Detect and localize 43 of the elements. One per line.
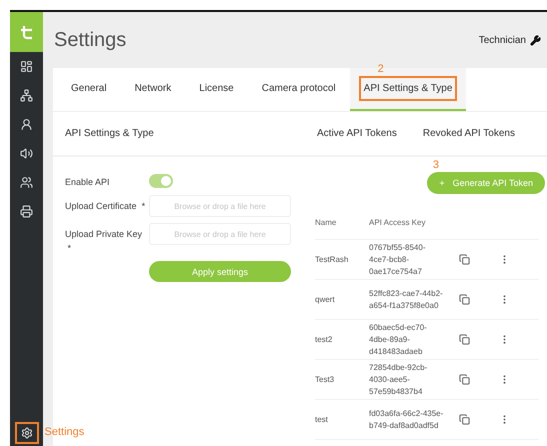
table-cell: qwert xyxy=(315,280,369,320)
column-header: API Access Key xyxy=(369,206,459,240)
copy-icon[interactable] xyxy=(459,294,470,305)
token-tab[interactable]: Active API Tokens xyxy=(317,128,397,139)
table-cell: 60baec5d-ec70-4dbe-89a9-d418483adaeb xyxy=(369,320,459,360)
field-label: Upload Private Key * xyxy=(65,228,144,255)
settings-icon[interactable] xyxy=(20,427,32,439)
table-cell: 0767bf55-8540-4ce7-bcb8-0ae17ce754a7 xyxy=(369,240,459,280)
tab[interactable]: General xyxy=(57,68,121,111)
token-tab[interactable]: Revoked API Tokens xyxy=(422,128,515,139)
field-label: Upload Certificate * xyxy=(65,200,146,213)
copy-icon[interactable] xyxy=(459,334,470,345)
tab[interactable]: Network xyxy=(120,68,186,111)
file-field[interactable]: Browse or drop a file here xyxy=(149,223,291,245)
wrench-icon xyxy=(530,34,541,46)
user-icon[interactable] xyxy=(20,118,33,131)
table-cell: Test3 xyxy=(315,360,369,400)
table-cell: test2 xyxy=(315,320,369,360)
section-heading: API Settings & Type xyxy=(65,128,154,139)
copy-icon[interactable] xyxy=(459,414,470,425)
page-title: Settings xyxy=(53,28,126,52)
column-header: Name xyxy=(315,206,369,240)
table-cell: TestRash xyxy=(315,240,369,280)
dashboard-icon[interactable] xyxy=(20,60,33,73)
logo-icon xyxy=(18,24,34,40)
printer-icon[interactable] xyxy=(20,205,33,218)
tab[interactable]: Camera protocol xyxy=(248,68,350,111)
table-cell: fd03a6fa-66c2-435e-b749-daf8ad0adf5d xyxy=(369,400,459,440)
speaker-icon[interactable] xyxy=(20,147,33,160)
tab[interactable]: License xyxy=(185,68,248,111)
step-number: 3 xyxy=(432,159,439,171)
annotation-label: Settings xyxy=(44,426,84,438)
file-field[interactable]: Browse or drop a file here xyxy=(149,195,291,217)
enable-toggle[interactable] xyxy=(149,174,173,188)
table-cell: test xyxy=(315,400,369,440)
table-cell: 72854dbe-92cb-4030-aee5-57e59b4837b4 xyxy=(369,360,459,400)
table-cell: 52ffc823-cae7-44b2-a654-f1a375f8e0a0 xyxy=(369,280,459,320)
field-label: Enable API xyxy=(65,176,111,189)
network-icon[interactable] xyxy=(20,89,33,102)
copy-icon[interactable] xyxy=(459,254,470,265)
copy-icon[interactable] xyxy=(459,374,470,385)
user-name: Technician xyxy=(478,34,526,46)
users-icon[interactable] xyxy=(20,176,33,189)
